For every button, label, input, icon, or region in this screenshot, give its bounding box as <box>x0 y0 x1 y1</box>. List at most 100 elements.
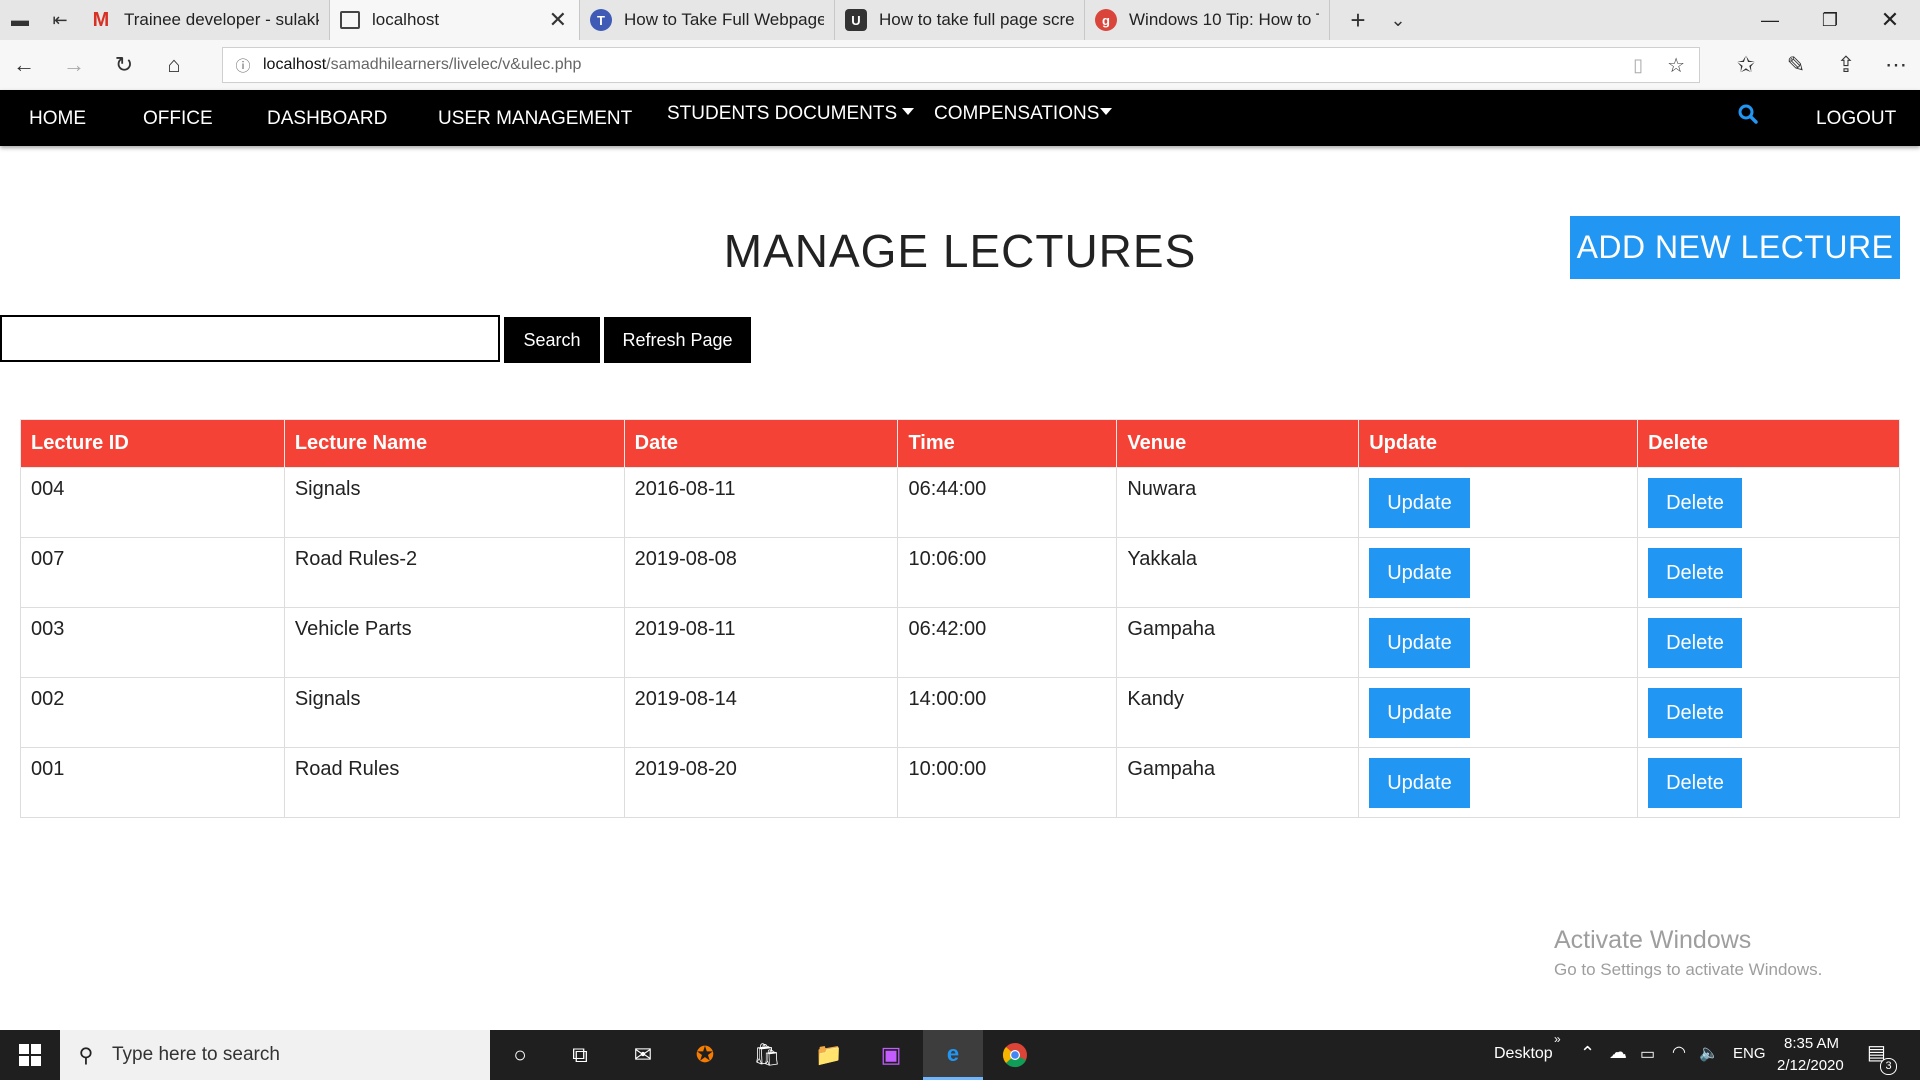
reading-view-icon[interactable]: ▯ <box>1633 55 1643 76</box>
double-chevron-icon[interactable]: » <box>1554 1032 1561 1046</box>
delete-button[interactable]: Delete <box>1648 758 1742 808</box>
lecture-name-cell: Road Rules-2 <box>283 537 625 608</box>
url-field[interactable]: ⓘ localhost/samadhilearners/livelec/v&ul… <box>222 47 1700 83</box>
update-button[interactable]: Update <box>1369 548 1470 598</box>
home-icon[interactable]: ⌂ <box>150 40 198 90</box>
update-cell: Update <box>1358 607 1639 678</box>
lecture-name-cell: Vehicle Parts <box>283 607 625 678</box>
search-button[interactable]: Search <box>504 317 600 363</box>
refresh-icon[interactable]: ↻ <box>100 40 148 90</box>
browser-tab[interactable]: T How to Take Full Webpage : <box>580 0 835 40</box>
notification-badge: 3 <box>1880 1058 1897 1075</box>
delete-button[interactable]: Delete <box>1648 548 1742 598</box>
time-cell: 14:00:00 <box>897 677 1118 748</box>
desktop-toolbar-label[interactable]: Desktop <box>1494 1045 1553 1063</box>
more-icon[interactable]: ⋯ <box>1872 40 1920 90</box>
store-icon[interactable]: 🛍 <box>737 1030 797 1080</box>
lecture-name-cell: Road Rules <box>283 747 625 818</box>
venue-cell: Gampaha <box>1116 747 1360 818</box>
nav-home[interactable]: HOME <box>29 108 86 130</box>
update-button[interactable]: Update <box>1369 618 1470 668</box>
task-view-icon[interactable]: ⧉ <box>550 1030 610 1080</box>
tab-actions-icon[interactable]: ▬ <box>0 0 40 40</box>
favorite-star-icon[interactable]: ☆ <box>1667 53 1685 78</box>
battery-icon[interactable]: ▭ <box>1640 1044 1655 1064</box>
update-button[interactable]: Update <box>1369 688 1470 738</box>
minimize-icon[interactable]: — <box>1740 0 1800 40</box>
search-input[interactable] <box>0 315 500 362</box>
delete-button[interactable]: Delete <box>1648 478 1742 528</box>
xampp-icon[interactable]: ✪ <box>675 1030 735 1080</box>
chrome-icon[interactable] <box>985 1030 1045 1080</box>
time-cell: 06:42:00 <box>897 607 1118 678</box>
onedrive-icon[interactable]: ☁ <box>1609 1042 1627 1063</box>
back-icon[interactable]: ← <box>0 40 48 90</box>
table-row: 007 Road Rules-2 2019-08-08 10:06:00 Yak… <box>20 537 1900 608</box>
nav-office[interactable]: OFFICE <box>143 108 213 130</box>
delete-cell: Delete <box>1637 677 1900 748</box>
favorites-icon[interactable]: ✩ <box>1722 40 1770 90</box>
wifi-icon[interactable]: ◠ <box>1672 1042 1686 1062</box>
edge-icon[interactable]: e <box>923 1030 983 1080</box>
g-site-icon: g <box>1095 9 1117 31</box>
delete-cell: Delete <box>1637 747 1900 818</box>
add-new-lecture-button[interactable]: ADD NEW LECTURE <box>1570 216 1900 279</box>
refresh-page-button[interactable]: Refresh Page <box>604 317 751 363</box>
info-icon[interactable]: ⓘ <box>223 55 263 76</box>
site-icon: T <box>590 9 612 31</box>
new-tab-icon[interactable]: + <box>1338 0 1378 40</box>
lecture-id-cell: 001 <box>20 747 285 818</box>
update-button[interactable]: Update <box>1369 758 1470 808</box>
venue-cell: Yakkala <box>1116 537 1360 608</box>
share-icon[interactable]: ⇪ <box>1822 40 1870 90</box>
lecture-id-cell: 004 <box>20 467 285 538</box>
browser-tab[interactable]: U How to take full page screer <box>835 0 1085 40</box>
search-icon[interactable] <box>1738 104 1758 130</box>
date-cell: 2019-08-11 <box>623 607 899 678</box>
nav-students-documents-label: STUDENTS DOCUMENTS <box>667 103 898 124</box>
lecture-id-cell: 003 <box>20 607 285 678</box>
taskbar-search[interactable]: ⚲ Type here to search <box>60 1030 490 1080</box>
nav-students-documents[interactable]: STUDENTS DOCUMENTS <box>667 103 915 125</box>
browser-tab[interactable]: g Windows 10 Tip: How to Tal <box>1085 0 1330 40</box>
browser-tab[interactable]: M Trainee developer - sulakkar <box>80 0 330 40</box>
cortana-icon[interactable]: ○ <box>490 1030 550 1080</box>
update-button[interactable]: Update <box>1369 478 1470 528</box>
nav-user-management[interactable]: USER MANAGEMENT <box>438 108 632 130</box>
delete-cell: Delete <box>1637 537 1900 608</box>
date-cell: 2019-08-20 <box>623 747 899 818</box>
clock-date[interactable]: 2/12/2020 <box>1777 1057 1844 1074</box>
delete-button[interactable]: Delete <box>1648 688 1742 738</box>
set-tabs-aside-icon[interactable]: ⇤ <box>40 0 80 40</box>
close-icon[interactable]: ✕ <box>549 7 567 33</box>
clock-time[interactable]: 8:35 AM <box>1784 1035 1839 1052</box>
chevron-down-icon[interactable]: ⌄ <box>1378 0 1418 40</box>
window-close-icon[interactable]: ✕ <box>1860 0 1920 40</box>
column-header: Update <box>1358 419 1639 468</box>
update-cell: Update <box>1358 467 1639 538</box>
time-cell: 06:44:00 <box>897 467 1118 538</box>
update-cell: Update <box>1358 747 1639 818</box>
chevron-up-icon[interactable]: ⌃ <box>1580 1043 1595 1064</box>
pen-icon[interactable]: ✎ <box>1772 40 1820 90</box>
mail-icon[interactable]: ✉ <box>613 1030 673 1080</box>
table-row: 002 Signals 2019-08-14 14:00:00 Kandy Up… <box>20 677 1900 748</box>
nav-compensations[interactable]: COMPENSATIONS <box>934 103 1113 125</box>
delete-button[interactable]: Delete <box>1648 618 1742 668</box>
nav-dashboard[interactable]: DASHBOARD <box>267 108 387 130</box>
nav-logout[interactable]: LOGOUT <box>1816 108 1896 130</box>
volume-icon[interactable]: 🔈 <box>1699 1043 1719 1063</box>
ide-icon[interactable]: ▣ <box>861 1030 921 1080</box>
browser-tab-active[interactable]: localhost ✕ <box>330 0 580 40</box>
column-header: Lecture Name <box>283 419 625 468</box>
restore-icon[interactable]: ❐ <box>1800 0 1860 40</box>
windows-start-icon[interactable] <box>0 1030 60 1080</box>
venue-cell: Kandy <box>1116 677 1360 748</box>
file-explorer-icon[interactable]: 📁 <box>799 1030 859 1080</box>
forward-icon[interactable]: → <box>50 40 98 90</box>
caret-down-icon <box>902 108 915 116</box>
language-indicator[interactable]: ENG <box>1733 1045 1766 1062</box>
column-header: Date <box>623 419 899 468</box>
column-header: Delete <box>1637 419 1900 468</box>
date-cell: 2019-08-08 <box>623 537 899 608</box>
